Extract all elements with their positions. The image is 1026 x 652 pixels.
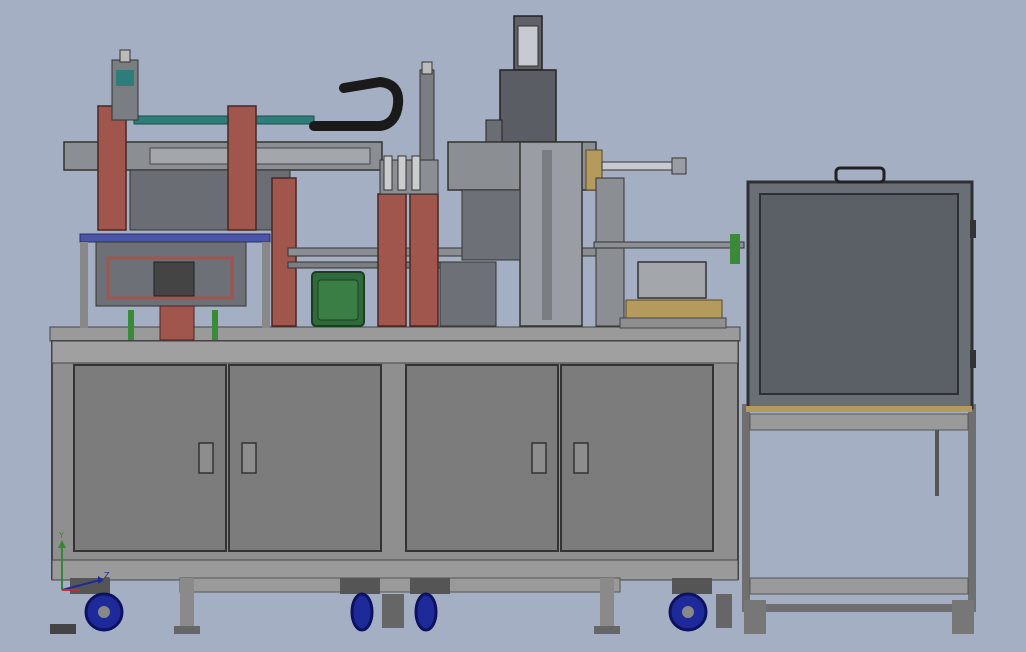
press-cylinder-window: [517, 25, 539, 67]
base-leg-1: [180, 578, 194, 626]
door-latch-2: [241, 442, 257, 474]
right-cabinet-handle: [834, 166, 886, 184]
press-right-frame: [595, 177, 625, 327]
feeder-base-plate: [619, 317, 727, 329]
left-actuator-cap: [119, 49, 131, 63]
teal-rail: [133, 115, 315, 125]
right-cabinet-shelf: [746, 406, 972, 412]
right-stand-rail-low: [749, 577, 969, 595]
right-cabinet-hinge-top: [970, 220, 976, 238]
main-base: [49, 326, 741, 634]
motor-face: [317, 279, 359, 321]
base-top-rail: [51, 340, 739, 364]
feeder-wood-base: [625, 299, 723, 321]
feeder-block: [637, 261, 707, 299]
leveling-foot-2: [594, 626, 620, 634]
feeder-rail-bracket: [730, 234, 740, 264]
blue-platform: [79, 233, 271, 243]
caster-3: [410, 578, 450, 632]
caster-4: [668, 578, 732, 632]
center-red-plate-2: [409, 193, 439, 327]
z-axis-label: Z: [104, 571, 110, 580]
horizontal-cylinder-end: [671, 157, 687, 175]
right-cabinet-hinge-bottom: [970, 350, 976, 368]
right-foot-right: [952, 600, 974, 634]
left-actuator-head: [116, 70, 134, 86]
center-small-vertical: [419, 69, 435, 161]
right-stand-rod: [935, 430, 939, 496]
center-small-cyl-3: [411, 155, 421, 191]
base-top-plate: [49, 326, 741, 342]
base-lower-bar: [179, 577, 621, 593]
press-throat: [461, 189, 521, 261]
left-post-2: [262, 242, 270, 328]
base-bottom-rail: [51, 559, 739, 581]
left-gear-housing: [153, 261, 195, 297]
right-cabinet-door: [759, 193, 959, 395]
right-cabinet-unit: [742, 166, 976, 634]
center-small-cyl-1: [383, 155, 393, 191]
left-red-base-column: [159, 305, 195, 341]
left-post-1: [80, 242, 88, 328]
door-latch-3: [531, 442, 547, 474]
red-column-left: [97, 105, 127, 231]
left-green-pin-1: [128, 310, 134, 340]
center-lower-block: [439, 261, 497, 327]
center-red-plate-1: [377, 193, 407, 327]
left-vertical-actuator: [111, 59, 139, 121]
red-column-right: [227, 105, 257, 231]
center-small-vertical-cap: [421, 61, 433, 75]
left-green-pin-2: [212, 310, 218, 340]
leveling-foot-1: [174, 626, 200, 634]
door-latch-4: [573, 442, 589, 474]
press-column-inner: [542, 150, 552, 320]
right-foot-left: [744, 600, 766, 634]
right-stand-rail-mid: [749, 413, 969, 431]
press-motor-housing: [499, 69, 557, 143]
gantry-beam-slot: [149, 147, 371, 165]
cad-viewport: Y Z: [0, 0, 1026, 652]
door-latch-1: [198, 442, 214, 474]
base-leg-2: [600, 578, 614, 626]
machine-cad-render: Y Z: [49, 15, 976, 634]
cable-chain: [309, 76, 404, 131]
press-side-box: [485, 119, 503, 145]
y-axis-label: Y: [58, 531, 64, 540]
center-small-cyl-2: [397, 155, 407, 191]
caster-1: [50, 578, 124, 634]
feeder-rail: [593, 241, 745, 249]
gantry-back-plate: [129, 169, 291, 231]
